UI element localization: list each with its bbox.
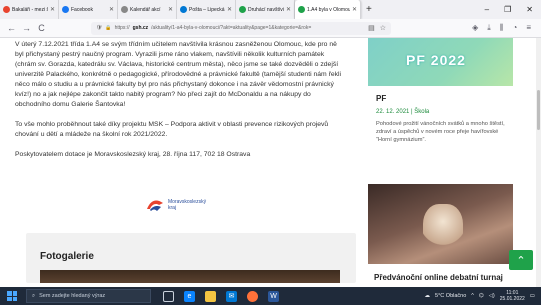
download-icon[interactable]: ⤓	[487, 23, 491, 33]
tab-strip: Bakaláři - mezi školou a r ✕ Facebook ✕ …	[0, 0, 541, 19]
windows-start-icon[interactable]	[5, 289, 19, 303]
scrollbar-track[interactable]	[536, 38, 541, 287]
debate-card-image[interactable]	[368, 184, 513, 264]
firefox-icon[interactable]	[247, 290, 258, 302]
region-logo-icon	[147, 200, 163, 211]
tab-label: Druhácí navštívili ZOO | Z	[248, 6, 284, 13]
tab-posta[interactable]: Pošta – Lipecká Jana – O ✕	[177, 0, 236, 19]
windows-taskbar: ⌕ Sem zadejte hledaný výraz e ✉ W ☁ 5°C …	[0, 287, 541, 305]
close-tab-icon[interactable]: ✕	[227, 6, 232, 13]
gallery-thumbnail-strip[interactable]	[40, 270, 340, 283]
bookmark-star-icon[interactable]: ☆	[380, 24, 386, 32]
school-favicon-icon	[298, 6, 305, 13]
debate-card-title[interactable]: Předvánoční online debatní turnaj	[374, 273, 503, 282]
word-icon[interactable]: W	[268, 290, 279, 302]
logo-line: kraj	[168, 205, 177, 211]
logo-text: Moravskoslezský kraj	[168, 199, 206, 211]
pf-card-description: Pohodové prožití vánočních svátků a mnoh…	[376, 121, 505, 143]
article-paragraph: To vše mohlo proběhnout také díky projek…	[15, 121, 329, 138]
close-tab-icon[interactable]: ✕	[168, 6, 173, 13]
forward-arrow-icon[interactable]: →	[19, 23, 34, 33]
tab-label: Facebook	[71, 6, 93, 13]
tab-facebook[interactable]: Facebook ✕	[59, 0, 118, 19]
moravskoslezsky-kraj-logo: Moravskoslezský kraj	[145, 197, 206, 213]
site-info-icon[interactable]: 🛡	[96, 25, 102, 31]
mail-icon[interactable]: ✉	[226, 290, 237, 302]
school-favicon-icon	[239, 6, 246, 13]
tab-kalendar[interactable]: Kalendář akcí ✕	[118, 0, 177, 19]
close-tab-icon[interactable]: ✕	[50, 6, 55, 13]
tab-label: Pošta – Lipecká Jana – O	[189, 6, 225, 13]
tray-chevron-icon[interactable]: ^	[471, 293, 474, 299]
calendar-favicon-icon	[121, 6, 128, 13]
tab-label: 1.A4 byla v Olomouci! | Z	[307, 6, 350, 13]
reload-icon[interactable]: C	[34, 23, 49, 33]
pinned-apps: e ✉ W	[163, 290, 279, 302]
chevron-up-icon: ⌃	[516, 254, 526, 267]
photo-gallery: Fotogalerie	[26, 233, 356, 283]
facebook-favicon-icon	[62, 6, 69, 13]
lock-icon[interactable]: 🔒	[105, 25, 111, 31]
shield-icon[interactable]: ◈	[472, 23, 478, 33]
url-actions: ▤ ☆	[368, 24, 386, 32]
task-view-icon[interactable]	[163, 290, 174, 302]
clock-date: 25.01.2022	[499, 296, 525, 302]
close-tab-icon[interactable]: ✕	[109, 6, 114, 13]
article-paragraph: Poskytovatelem dotace je Moravskoslezský…	[15, 151, 251, 158]
scroll-to-top-button[interactable]: ⌃	[509, 250, 533, 270]
article-body: V úterý 7.12.2021 třída 1.A4 se svým tří…	[15, 40, 345, 170]
address-bar[interactable]: 🛡 🔒 https://gsh.cz/aktuality/1-a4-byla-v…	[91, 21, 391, 35]
account-icon[interactable]: ◔	[512, 23, 517, 33]
system-tray: ☁ 5°C Oblačno ^ ⌬ ◁) 11:01 25.01.2022 ▭	[425, 290, 541, 302]
close-window-icon[interactable]: ✕	[526, 5, 533, 14]
edge-icon[interactable]: e	[184, 290, 195, 302]
navigation-bar: ← → C 🛡 🔒 https://gsh.cz/aktuality/1-a4-…	[0, 19, 541, 38]
minimize-icon[interactable]: –	[485, 5, 489, 14]
url-prefix: https://	[114, 25, 130, 31]
pf-card-meta: 22. 12. 2021 | Škola	[376, 109, 430, 115]
library-icon[interactable]: ⫼	[500, 23, 504, 33]
toolbar-right: ◈ ⤓ ⫼ ◔ ≡	[472, 23, 541, 33]
tab-label: Bakaláři - mezi školou a r	[12, 6, 48, 13]
volume-icon[interactable]: ◁)	[489, 293, 495, 299]
tab-bakalari[interactable]: Bakaláři - mezi školou a r ✕	[0, 0, 59, 19]
file-explorer-icon[interactable]	[205, 290, 216, 302]
notifications-icon[interactable]: ▭	[530, 293, 535, 299]
bakalari-favicon-icon	[3, 6, 10, 13]
search-icon: ⌕	[32, 292, 36, 299]
weather-icon: ☁	[424, 293, 431, 299]
scrollbar-thumb[interactable]	[537, 90, 540, 130]
maximize-icon[interactable]: ❐	[504, 5, 511, 14]
new-tab-button[interactable]: +	[361, 0, 377, 19]
search-placeholder: Sem zadejte hledaný výraz	[39, 293, 106, 299]
gallery-title: Fotogalerie	[40, 251, 94, 262]
tab-olomouc[interactable]: 1.A4 byla v Olomouci! | Z ✕	[295, 0, 361, 19]
menu-icon[interactable]: ≡	[526, 23, 531, 33]
tab-label: Kalendář akcí	[130, 6, 161, 13]
pf-card-image[interactable]: PF 2022	[368, 38, 513, 86]
pf-image-text: PF 2022	[406, 52, 466, 68]
close-tab-icon[interactable]: ✕	[286, 6, 291, 13]
tab-zoo[interactable]: Druhácí navštívili ZOO | Z ✕	[236, 0, 295, 19]
weather-text[interactable]: 5°C Oblačno	[435, 293, 466, 299]
article-paragraph: V úterý 7.12.2021 třída 1.A4 se svým tří…	[15, 41, 342, 108]
outlook-favicon-icon	[180, 6, 187, 13]
back-arrow-icon[interactable]: ←	[4, 23, 19, 33]
reader-view-icon[interactable]: ▤	[368, 24, 375, 32]
url-host: gsh.cz	[132, 25, 149, 31]
window-controls: – ❐ ✕	[485, 0, 541, 19]
taskbar-search-input[interactable]: ⌕ Sem zadejte hledaný výraz	[26, 289, 151, 303]
close-tab-icon[interactable]: ✕	[352, 6, 357, 13]
network-icon[interactable]: ⌬	[479, 293, 484, 299]
url-path: /aktuality/1-a4-byla-v-olomouci/?akt=akt…	[151, 25, 312, 31]
pf-card-title[interactable]: PF	[376, 94, 386, 103]
taskbar-clock[interactable]: 11:01 25.01.2022	[500, 290, 525, 302]
